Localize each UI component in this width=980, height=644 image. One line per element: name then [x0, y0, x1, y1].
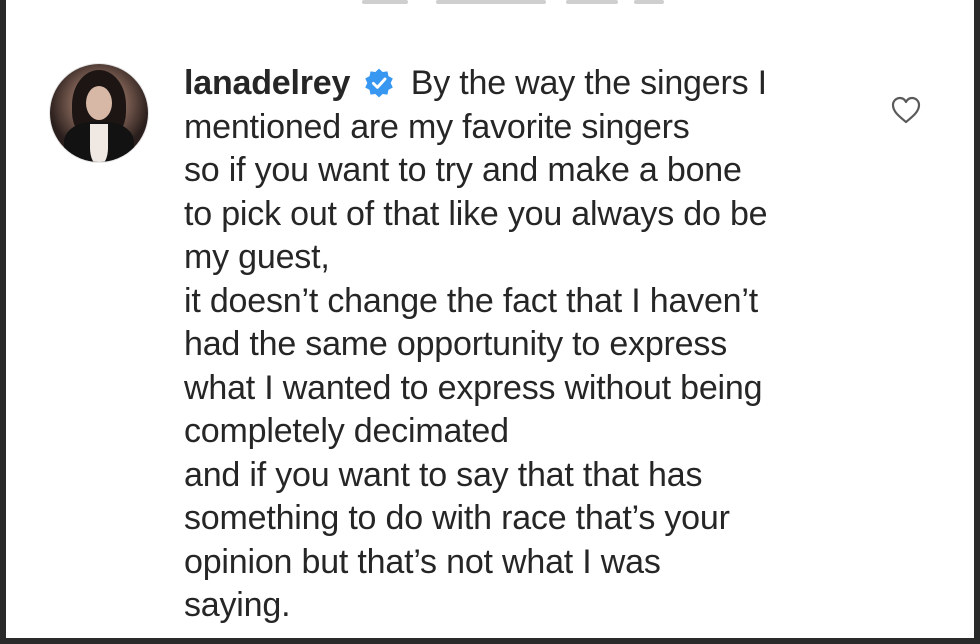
comment-text-line: what I wanted to express without being — [184, 368, 763, 407]
verified-badge-icon — [365, 68, 394, 98]
comment-body: lanadelrey By the way the singers I ment… — [184, 62, 874, 628]
comment-first-line: lanadelrey By the way the singers I — [184, 62, 874, 106]
comment-text-line: it doesn’t change the fact that I haven’… — [184, 281, 758, 320]
avatar[interactable] — [50, 64, 148, 162]
comment-text-line: so if you want to try and make a bone — [184, 151, 742, 189]
comment-text-line: opinion but that’s not what I was — [184, 542, 661, 581]
comment-text-line: and if you want to say that that has — [184, 455, 703, 494]
comment-text-line: something to do with race that’s your — [184, 499, 730, 537]
comment-text-line: By the way the singers I — [410, 64, 767, 102]
heart-icon[interactable] — [890, 95, 922, 125]
comment-text-line: my guest, — [184, 238, 330, 276]
comment-card: lanadelrey By the way the singers I ment… — [6, 0, 974, 638]
comment-text-line: had the same opportunity to express — [184, 325, 727, 363]
comment-text-line: saying. — [184, 586, 291, 624]
username-link[interactable]: lanadelrey — [184, 64, 350, 102]
cropped-text-fragment — [6, 0, 974, 8]
comment-text-line: to pick out of that like you always do b… — [184, 194, 768, 233]
comment-text-line: mentioned are my favorite singers — [184, 107, 690, 146]
comment-text-line: completely decimated — [184, 412, 509, 450]
